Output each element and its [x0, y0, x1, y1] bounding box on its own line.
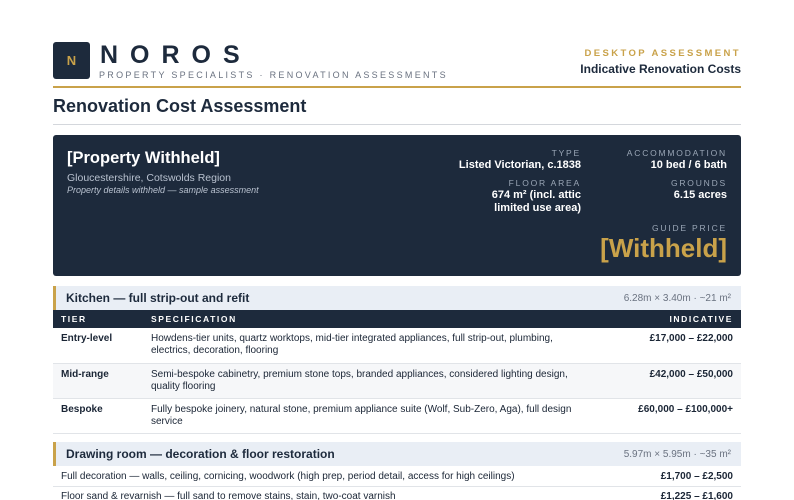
floor-area-value-1: 674 m² (incl. attic — [491, 189, 581, 201]
accommodation-label: ACCOMMODATION — [626, 148, 727, 158]
property-location: Gloucestershire, Cotswolds Region — [67, 172, 231, 184]
guide-price: GUIDE PRICE [Withheld] — [600, 223, 727, 263]
table-row: Entry-level Howdens-tier units, quartz w… — [53, 328, 741, 364]
line-cost: £1,225 – £1,600 — [660, 491, 733, 500]
property-name: [Property Withheld] — [67, 149, 220, 167]
kitchen-section-title: Kitchen — full strip-out and refit — [66, 291, 250, 305]
floor-area-label: FLOOR AREA — [508, 178, 581, 188]
document-title: Renovation Cost Assessment — [53, 96, 741, 125]
spec-accommodation: ACCOMMODATION 10 bed / 6 bath — [627, 148, 727, 172]
accommodation-value: 10 bed / 6 bath — [650, 159, 727, 171]
tier-cell: Entry-level — [53, 328, 143, 364]
tier-cell: Mid-range — [53, 363, 143, 399]
column-header-specification: SPECIFICATION — [143, 310, 601, 328]
assessment-kicker: DESKTOP ASSESSMENT — [584, 48, 741, 59]
drawing-room-section-header: Drawing room — decoration & floor restor… — [53, 442, 741, 466]
page: N NOROS PROPERTY SPECIALISTS · RENOVATIO… — [53, 0, 741, 500]
assessment-subtitle: Indicative Renovation Costs — [580, 62, 741, 76]
property-note: Property details withheld — sample asses… — [67, 185, 259, 195]
grounds-label: GROUNDS — [670, 178, 727, 188]
report-header: N NOROS PROPERTY SPECIALISTS · RENOVATIO… — [53, 0, 741, 88]
kitchen-section-header: Kitchen — full strip-out and refit 6.28m… — [53, 286, 741, 310]
column-header-indicative: INDICATIVE — [601, 310, 741, 328]
spec-floor-area: FLOOR AREA 674 m² (incl. attic limited u… — [492, 178, 581, 215]
column-header-tier: TIER — [53, 310, 143, 328]
specification-cell: Semi-bespoke cabinetry, premium stone to… — [143, 363, 601, 399]
drawing-room-dimensions: 5.97m × 5.95m · ~35 m² — [623, 448, 731, 460]
brand-logo: N — [53, 42, 90, 79]
list-item: Floor sand & revarnish — full sand to re… — [53, 487, 741, 500]
tier-cell: Bespoke — [53, 398, 143, 434]
property-summary-card: [Property Withheld] Gloucestershire, Cot… — [53, 135, 741, 276]
kitchen-cost-table: TIER SPECIFICATION INDICATIVE Entry-leve… — [53, 310, 741, 434]
brand-tagline: PROPERTY SPECIALISTS · RENOVATION ASSESS… — [99, 70, 448, 80]
table-header-row: TIER SPECIFICATION INDICATIVE — [53, 310, 741, 328]
floor-area-value-2: limited use area) — [494, 202, 581, 214]
specification-cell: Howdens-tier units, quartz worktops, mid… — [143, 328, 601, 364]
brand-name: NOROS — [100, 41, 252, 69]
grounds-value: 6.15 acres — [673, 189, 727, 201]
guide-price-value: [Withheld] — [600, 233, 727, 263]
line-description: Full decoration — walls, ceiling, cornic… — [61, 471, 515, 482]
type-value: Listed Victorian, c.1838 — [458, 159, 581, 171]
drawing-room-section-title: Drawing room — decoration & floor restor… — [66, 447, 335, 461]
type-label: TYPE — [551, 148, 581, 158]
table-row: Mid-range Semi-bespoke cabinetry, premiu… — [53, 363, 741, 399]
specification-cell: Fully bespoke joinery, natural stone, pr… — [143, 398, 601, 434]
cost-cell: £42,000 – £50,000 — [601, 363, 741, 399]
header-right: DESKTOP ASSESSMENT Indicative Renovation… — [580, 48, 741, 76]
line-description: Floor sand & revarnish — full sand to re… — [61, 491, 396, 500]
spec-type: TYPE Listed Victorian, c.1838 — [459, 148, 581, 172]
guide-price-label: GUIDE PRICE — [651, 223, 727, 233]
list-item: Full decoration — walls, ceiling, cornic… — [53, 467, 741, 487]
kitchen-dimensions: 6.28m × 3.40m · ~21 m² — [623, 292, 731, 304]
cost-cell: £60,000 – £100,000+ — [601, 398, 741, 434]
table-row: Bespoke Fully bespoke joinery, natural s… — [53, 398, 741, 434]
spec-grounds: GROUNDS 6.15 acres — [671, 178, 727, 202]
line-cost: £1,700 – £2,500 — [660, 471, 733, 482]
cost-cell: £17,000 – £22,000 — [601, 328, 741, 364]
